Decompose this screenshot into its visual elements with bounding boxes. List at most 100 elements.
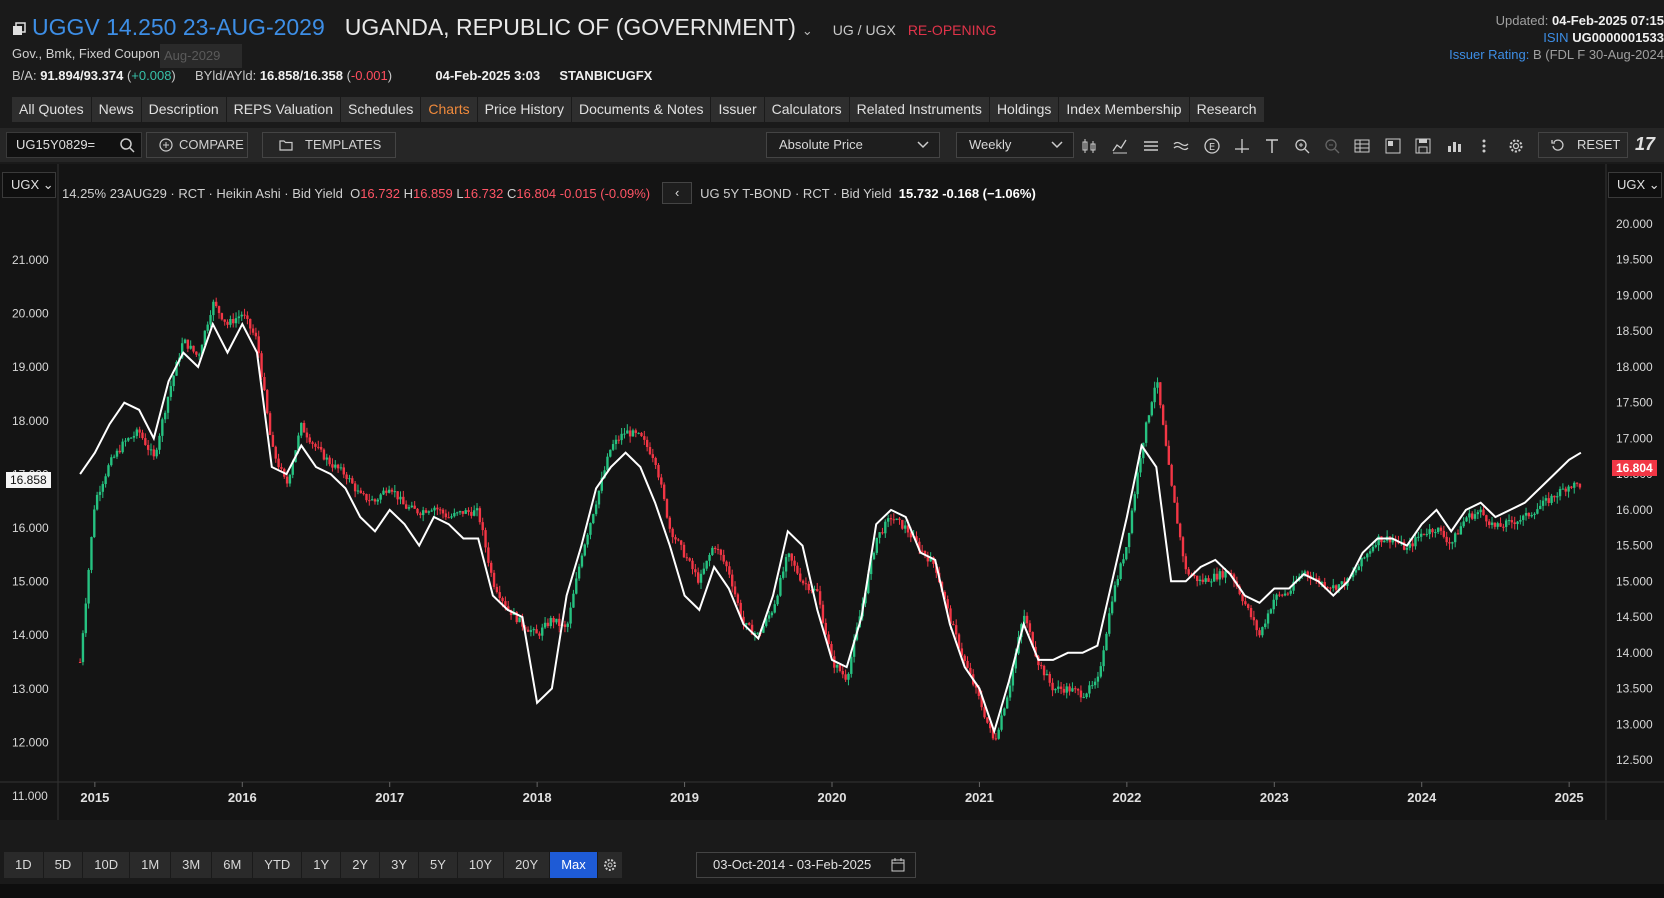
range-settings-button[interactable] xyxy=(597,852,622,878)
tab-news[interactable]: News xyxy=(91,97,142,122)
chart-area[interactable]: 21.000 20.000 19.000 18.000 17.000 16.000 15.0… xyxy=(0,164,1664,820)
range-button-5y[interactable]: 5Y xyxy=(419,852,458,878)
bond-code[interactable]: UGGV 14.250 23-AUG-2029 xyxy=(32,14,325,41)
candle-body xyxy=(1102,650,1105,667)
save-icon[interactable] xyxy=(1414,137,1432,155)
indicators-icon[interactable] xyxy=(1111,137,1129,155)
range-button-3y[interactable]: 3Y xyxy=(380,852,420,878)
candle-body xyxy=(807,583,810,591)
candle-body xyxy=(1221,571,1224,578)
lines-icon[interactable] xyxy=(1142,137,1160,155)
range-button-6m[interactable]: 6M xyxy=(212,852,254,878)
range-button-20y[interactable]: 20Y xyxy=(504,852,551,878)
text-tool-icon[interactable] xyxy=(1263,137,1281,155)
legend-collapse-button[interactable]: ‹ xyxy=(662,182,693,204)
tab-holdings[interactable]: Holdings xyxy=(989,97,1060,122)
price-chart[interactable]: 21.000 20.000 19.000 18.000 17.000 16.000 15.0… xyxy=(0,164,1664,820)
candle-body xyxy=(875,537,878,553)
tab-related-instruments[interactable]: Related Instruments xyxy=(849,97,990,122)
tab-schedules[interactable]: Schedules xyxy=(341,97,422,122)
range-button-3m[interactable]: 3M xyxy=(171,852,213,878)
candle-body xyxy=(1210,581,1213,583)
range-button-1d[interactable]: 1D xyxy=(4,852,44,878)
candle-body xyxy=(881,532,884,534)
zoom-out-icon[interactable] xyxy=(1323,137,1341,155)
candle-body xyxy=(716,549,720,551)
rating-label[interactable]: Issuer Rating: xyxy=(1449,47,1529,62)
candle-body xyxy=(209,315,212,325)
tab-research[interactable]: Research xyxy=(1189,97,1265,122)
candle-body xyxy=(487,547,490,563)
range-button-1m[interactable]: 1M xyxy=(130,852,172,878)
tab-issuer[interactable]: Issuer xyxy=(711,97,765,122)
compare-button[interactable]: COMPARE xyxy=(146,132,248,158)
tab-description[interactable]: Description xyxy=(141,97,227,122)
candle-body xyxy=(1176,502,1179,524)
candle-body xyxy=(492,572,496,587)
tab-price-history[interactable]: Price History xyxy=(477,97,572,122)
candle-body xyxy=(586,534,589,545)
search-icon[interactable] xyxy=(119,137,135,153)
candle-body xyxy=(920,550,924,552)
tab-index-membership[interactable]: Index Membership xyxy=(1059,97,1190,122)
tab-calculators[interactable]: Calculators xyxy=(764,97,850,122)
range-button-2y[interactable]: 2Y xyxy=(341,852,381,878)
candle-body xyxy=(285,476,289,484)
candle-body xyxy=(458,511,462,513)
candle-body xyxy=(1332,585,1335,589)
candle-body xyxy=(844,674,847,680)
candle-body xyxy=(1476,512,1480,515)
candle-body xyxy=(1119,563,1122,579)
gear-icon[interactable] xyxy=(1507,137,1525,155)
candle-body xyxy=(688,558,691,561)
candlestick-type-icon[interactable] xyxy=(1080,137,1098,155)
candle-body xyxy=(166,396,170,413)
range-button-max[interactable]: Max xyxy=(550,852,598,878)
more-vertical-icon[interactable] xyxy=(1475,137,1493,155)
candle-body xyxy=(263,376,266,391)
tab-documents-notes[interactable]: Documents & Notes xyxy=(571,97,712,122)
candle-body xyxy=(110,457,113,466)
right-currency-selector[interactable]: UGX ⌄ xyxy=(1608,172,1662,198)
reset-button[interactable]: RESET xyxy=(1538,132,1628,158)
candle-body xyxy=(657,464,660,478)
range-button-1y[interactable]: 1Y xyxy=(302,852,342,878)
legend-h-label: H xyxy=(403,185,413,201)
crosshair-icon[interactable] xyxy=(1233,137,1251,155)
table-icon[interactable] xyxy=(1353,137,1371,155)
templates-button[interactable]: TEMPLATES xyxy=(262,132,396,158)
candle-body xyxy=(370,499,374,501)
price-type-dropdown[interactable]: Absolute Price xyxy=(766,132,940,158)
right-axis-tick: 13.000 xyxy=(1616,717,1653,731)
range-button-10y[interactable]: 10Y xyxy=(457,852,505,878)
interval-dropdown[interactable]: Weekly xyxy=(956,132,1074,158)
chart-settings-icon[interactable] xyxy=(1445,137,1463,155)
candle-body xyxy=(668,517,672,529)
range-button-ytd[interactable]: YTD xyxy=(253,852,303,878)
range-button-10d[interactable]: 10D xyxy=(83,852,131,878)
candle-body xyxy=(1558,489,1562,497)
candle-body xyxy=(1040,665,1043,667)
candle-body xyxy=(841,670,844,675)
candle-body xyxy=(1173,485,1176,503)
candle-body xyxy=(518,617,521,623)
tab-charts[interactable]: Charts xyxy=(421,97,478,122)
x-axis-tick: 2024 xyxy=(1407,790,1437,805)
tab-reps-valuation[interactable]: REPS Valuation xyxy=(226,97,341,122)
chevron-down-icon[interactable]: ⌄ xyxy=(802,23,813,39)
layout-icon[interactable] xyxy=(1384,137,1402,155)
left-currency-selector[interactable]: UGX ⌄ xyxy=(2,172,56,198)
wave-icon[interactable] xyxy=(1172,137,1190,155)
x-axis-tick: 2020 xyxy=(818,790,847,805)
candle-body xyxy=(495,586,499,593)
candle-body xyxy=(1502,526,1505,528)
events-icon[interactable]: E xyxy=(1203,137,1221,155)
issuer-name[interactable]: UGANDA, REPUBLIC OF (GOVERNMENT) xyxy=(345,14,796,41)
candle-body xyxy=(662,484,666,500)
zoom-in-icon[interactable] xyxy=(1293,137,1311,155)
tab-all-quotes[interactable]: All Quotes xyxy=(12,97,92,122)
range-button-5d[interactable]: 5D xyxy=(43,852,84,878)
candle-body xyxy=(308,437,311,443)
ric-search-input[interactable]: UG15Y0829= xyxy=(6,132,142,158)
date-range-picker[interactable]: 03-Oct-2014 - 03-Feb-2025 xyxy=(696,852,916,878)
